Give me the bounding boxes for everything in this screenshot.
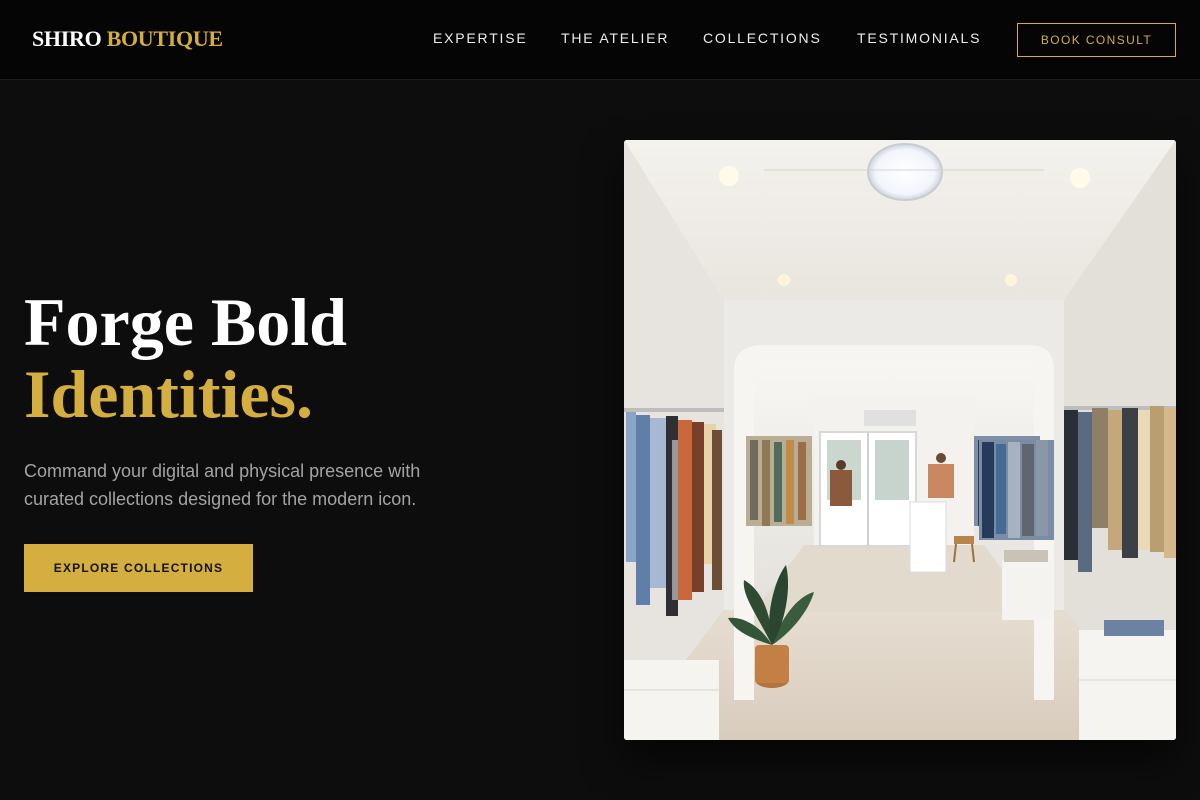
hero-title: Forge Bold Identities. (24, 286, 347, 430)
brand-logo[interactable]: SHIRO BOUTIQUE (32, 26, 223, 52)
explore-collections-button[interactable]: EXPLORE COLLECTIONS (24, 544, 253, 592)
hero-subtitle: Command your digital and physical presen… (24, 461, 421, 509)
nav-link-collections[interactable]: COLLECTIONS (703, 30, 822, 46)
nav-link-expertise[interactable]: EXPERTISE (433, 30, 528, 46)
nav-link-the-atelier[interactable]: THE ATELIER (561, 30, 669, 46)
book-consult-button[interactable]: BOOK CONSULT (1017, 23, 1176, 57)
nav-link-testimonials[interactable]: TESTIMONIALS (857, 30, 981, 46)
hero-title-line-2: Identities. (24, 356, 313, 432)
site-header: SHIRO BOUTIQUE EXPERTISE THE ATELIER COL… (0, 0, 1200, 80)
boutique-interior-photo (624, 140, 1176, 740)
logo-primary-text: SHIRO (32, 26, 102, 51)
hero-title-line-1: Forge Bold (24, 284, 347, 360)
logo-accent-text: BOUTIQUE (106, 26, 223, 51)
